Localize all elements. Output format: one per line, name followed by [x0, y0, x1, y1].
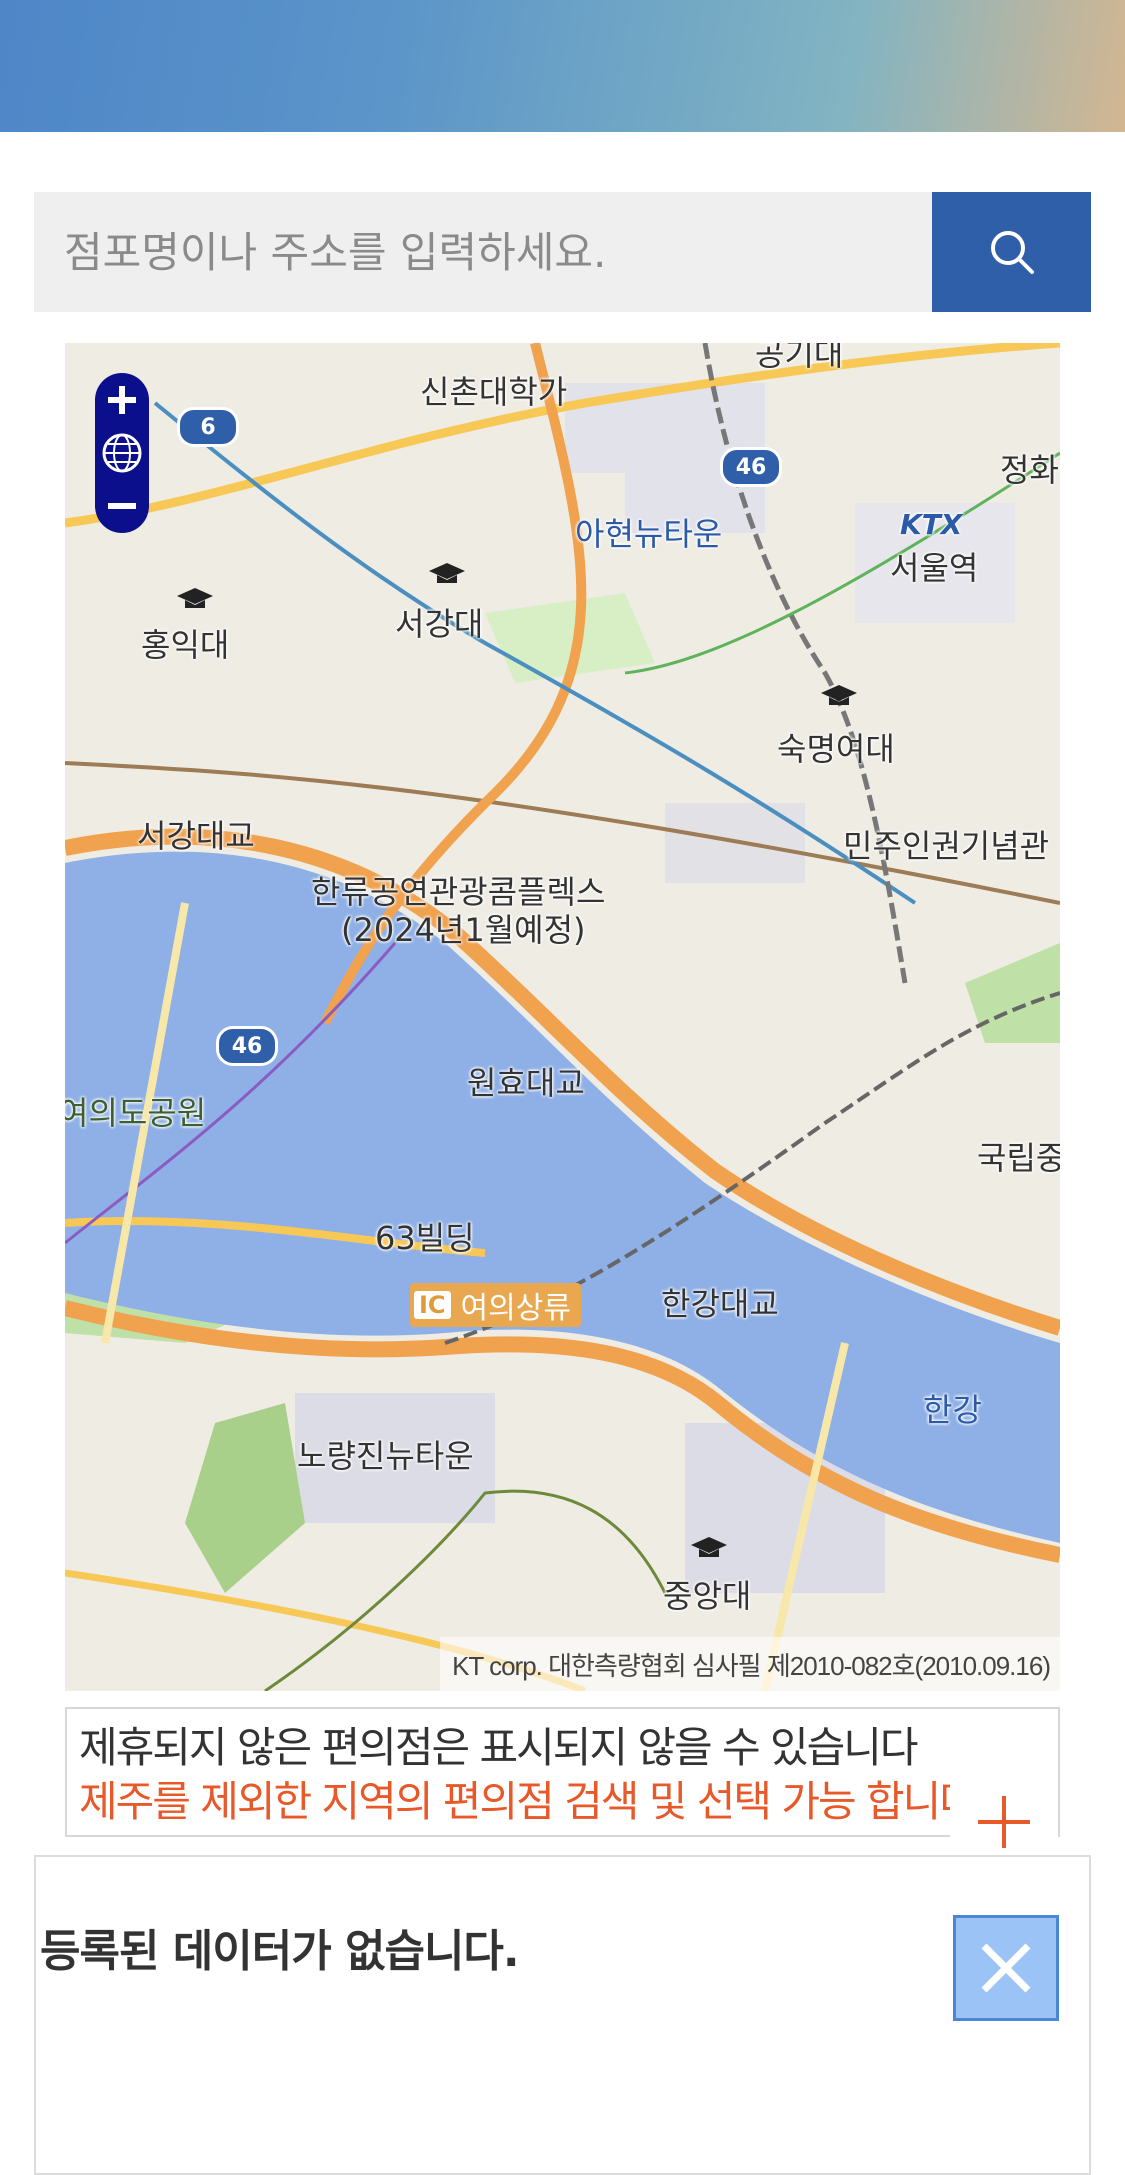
map-label: 홍익대: [141, 626, 230, 664]
map-label: 서강대교: [137, 817, 255, 855]
map-label: 정화: [1000, 451, 1059, 489]
map-label: 서강대: [395, 605, 484, 643]
map-label: 공기대: [755, 343, 844, 373]
empty-message: 등록된 데이터가 없습니다.: [40, 1926, 520, 1977]
map-copyright: KT corp. 대한측량협회 심사필 제2010-082호(2010.09.1…: [440, 1637, 1060, 1691]
zoom-out-button[interactable]: [95, 481, 149, 531]
map-label: 서울역: [890, 549, 979, 587]
map-label: 국립중: [977, 1139, 1060, 1177]
map-label: 숙명여대: [777, 730, 895, 768]
map-label: 63빌딩: [375, 1219, 475, 1257]
map-label: 노량진뉴타운: [297, 1437, 474, 1475]
search-bar: [34, 192, 1091, 312]
map-label: 아현뉴타운: [575, 515, 723, 553]
ic-marker: IC 여의상류: [410, 1283, 581, 1327]
university-icon: [429, 563, 465, 583]
university-icon: [821, 685, 857, 705]
zoom-control: [95, 373, 149, 533]
ktx-logo: KTX: [900, 508, 963, 541]
result-panel: 등록된 데이터가 없습니다.: [34, 1855, 1091, 2175]
map-label: 한강대교: [661, 1285, 779, 1323]
map-label: 민주인권기념관: [843, 827, 1050, 865]
notice-text: 제휴되지 않은 편의점은 표시되지 않을 수 있습니다: [79, 1723, 919, 1772]
map-label: 신촌대학가: [420, 373, 568, 411]
map-label: 한강: [923, 1391, 982, 1429]
ic-icon: IC: [414, 1291, 451, 1319]
search-icon: [990, 231, 1034, 274]
ic-label: 여의상류: [460, 1291, 571, 1326]
search-input[interactable]: [34, 192, 932, 312]
search-button[interactable]: [932, 192, 1091, 312]
university-icon: [691, 1537, 727, 1557]
university-icon: [177, 588, 213, 608]
globe-icon: [102, 433, 142, 473]
road-shield: 46: [216, 1026, 278, 1066]
zoom-in-button[interactable]: [95, 375, 149, 425]
globe-button[interactable]: [95, 428, 149, 478]
map-label: 원효대교: [467, 1064, 585, 1102]
road-shield: 46: [720, 447, 782, 487]
map-label: (2024년1월예정): [341, 911, 586, 949]
close-button[interactable]: [953, 1915, 1059, 2021]
top-banner: [0, 0, 1125, 132]
map-label: 여의도공원: [65, 1094, 207, 1132]
plus-icon: [978, 1796, 1030, 1848]
minus-icon: [108, 503, 136, 509]
map-view[interactable]: 6 46 46 공기대 신촌대학가 정화 아현뉴타운 KTX 서울역 서강대 홍…: [65, 343, 1060, 1691]
notice-box: 제휴되지 않은 편의점은 표시되지 않을 수 있습니다 제주를 제외한 지역의 …: [65, 1707, 1060, 1837]
plus-icon: [108, 386, 136, 414]
road-shield: 6: [177, 407, 239, 447]
map-label: 중앙대: [663, 1577, 752, 1615]
close-icon: [981, 1943, 1031, 1993]
notice-highlight-text: 제주를 제외한 지역의 편의점 검색 및 선택 가능 합니다: [79, 1777, 978, 1826]
